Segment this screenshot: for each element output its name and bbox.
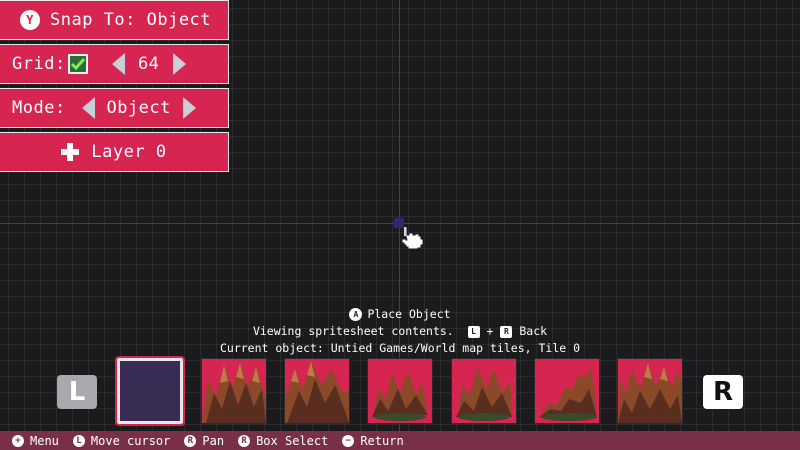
hint-pan: R Pan: [184, 434, 224, 448]
right-stick-click-icon: R: [238, 434, 251, 447]
grid-label: Grid:: [12, 54, 66, 74]
l-shoulder-button[interactable]: L: [57, 375, 97, 409]
tile-slot-2[interactable]: [284, 358, 350, 424]
mountain-tile-icon: [452, 359, 516, 423]
mountain-tile-icon: [202, 359, 266, 423]
tile-slot-0[interactable]: [115, 356, 185, 426]
tile-slot-3[interactable]: [367, 358, 433, 424]
tile-slot-6[interactable]: [617, 358, 683, 424]
r-button-icon: R: [500, 325, 513, 338]
tile-slot-1[interactable]: [201, 358, 267, 424]
grid-checkbox[interactable]: [67, 54, 88, 74]
hand-cursor-icon[interactable]: [400, 225, 426, 253]
place-object-hint: A Place Object: [0, 307, 800, 321]
hint-menu: + Menu: [12, 434, 59, 448]
hint-label: Move cursor: [90, 433, 171, 448]
controls-hint-bar: + Menu L Move cursor R Pan R Box Select …: [0, 431, 800, 450]
left-stick-icon: L: [72, 434, 85, 447]
l-button-icon: L: [467, 325, 480, 338]
mountain-tile-icon: [535, 359, 599, 423]
hint-return: − Return: [342, 433, 404, 448]
tile-slot-4[interactable]: [451, 358, 517, 424]
hint-label: Return: [360, 433, 404, 448]
hint-box-select: R Box Select: [238, 434, 328, 448]
minus-icon: −: [342, 434, 355, 447]
mountain-tile-icon: [618, 359, 682, 423]
r-shoulder-button[interactable]: R: [703, 375, 743, 409]
layer-button[interactable]: Layer 0: [0, 132, 229, 172]
current-object-text: Current object: Untied Games/World map t…: [219, 341, 581, 355]
mode-value: Object: [106, 98, 171, 118]
place-object-label: Place Object: [367, 307, 451, 321]
hint-label: Pan: [202, 433, 225, 448]
mode-next-arrow-icon[interactable]: [182, 97, 196, 119]
mountain-tile-icon: [285, 359, 349, 423]
hint-label: Menu: [30, 433, 59, 448]
plus-sign: +: [486, 324, 494, 338]
a-button-icon: A: [349, 308, 363, 321]
mode-panel: Mode: Object: [0, 88, 229, 128]
checkmark-icon: [70, 58, 85, 70]
back-label: Back: [519, 324, 548, 338]
mountain-tile-icon: [368, 359, 432, 423]
grid-size-decrease-arrow-icon[interactable]: [111, 53, 125, 75]
tile-slot-5[interactable]: [534, 358, 600, 424]
snap-to-label: Snap To: Object: [50, 10, 212, 30]
y-button-icon: Y: [20, 10, 40, 30]
snap-to-button[interactable]: Y Snap To: Object: [0, 0, 229, 40]
grid-size-increase-arrow-icon[interactable]: [172, 53, 186, 75]
hint-move-cursor: L Move cursor: [72, 433, 171, 448]
plus-icon: +: [12, 434, 24, 447]
layer-label: Layer 0: [91, 142, 167, 162]
viewing-text: Viewing spritesheet contents.: [252, 324, 454, 338]
hint-label: Box Select: [256, 433, 329, 448]
grid-panel: Grid: 64: [0, 44, 229, 84]
right-stick-icon: R: [184, 434, 197, 447]
mode-label: Mode:: [12, 98, 66, 118]
viewing-hint: Viewing spritesheet contents. L + R Back: [0, 324, 800, 338]
grid-size-value: 64: [137, 54, 160, 74]
dpad-icon: [61, 143, 80, 161]
mode-previous-arrow-icon[interactable]: [81, 97, 95, 119]
